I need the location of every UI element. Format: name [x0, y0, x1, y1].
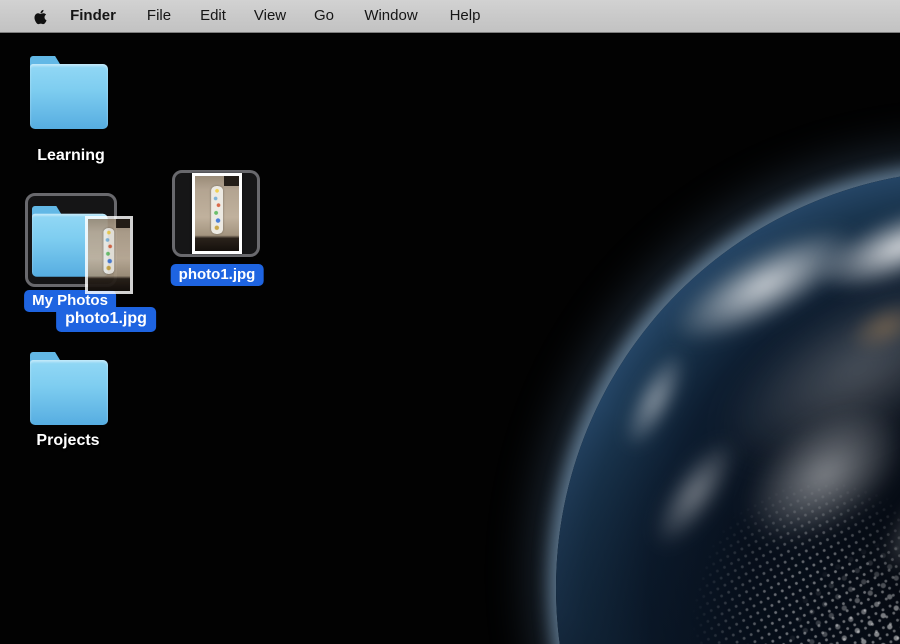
desktop[interactable]: Learning My Photos photo1.jpg photo1.jpg: [0, 34, 900, 644]
icon-label: Learning: [37, 147, 105, 165]
photo-snowboard: [103, 228, 114, 274]
menu-item-finder[interactable]: Finder: [70, 0, 116, 32]
cloud-texture: [612, 342, 699, 458]
photo-thumbnail: [192, 173, 242, 254]
menu-item-view[interactable]: View: [254, 0, 286, 32]
earth-wallpaper: [556, 170, 900, 644]
menu-item-help[interactable]: Help: [450, 0, 481, 32]
photo-snowboard: [211, 186, 223, 234]
desktop-screen: Finder File Edit View Go Window Help Lea…: [0, 0, 900, 644]
menu-bar: Finder File Edit View Go Window Help: [0, 0, 900, 33]
photo-dark-corner: [224, 176, 239, 186]
folder-icon: [30, 352, 108, 425]
apple-menu[interactable]: [33, 8, 48, 26]
apple-logo-icon: [33, 8, 48, 26]
photo-dark-corner: [116, 219, 130, 228]
menu-item-window[interactable]: Window: [364, 0, 417, 32]
menu-item-edit[interactable]: Edit: [200, 0, 226, 32]
folder-icon: [30, 56, 108, 129]
icon-label: Projects: [36, 432, 99, 450]
drag-ghost-label: photo1.jpg: [56, 307, 156, 332]
menu-item-file[interactable]: File: [147, 0, 171, 32]
icon-label-selected: photo1.jpg: [171, 264, 264, 286]
drag-ghost-thumbnail[interactable]: [85, 216, 133, 294]
menu-item-go[interactable]: Go: [314, 0, 334, 32]
